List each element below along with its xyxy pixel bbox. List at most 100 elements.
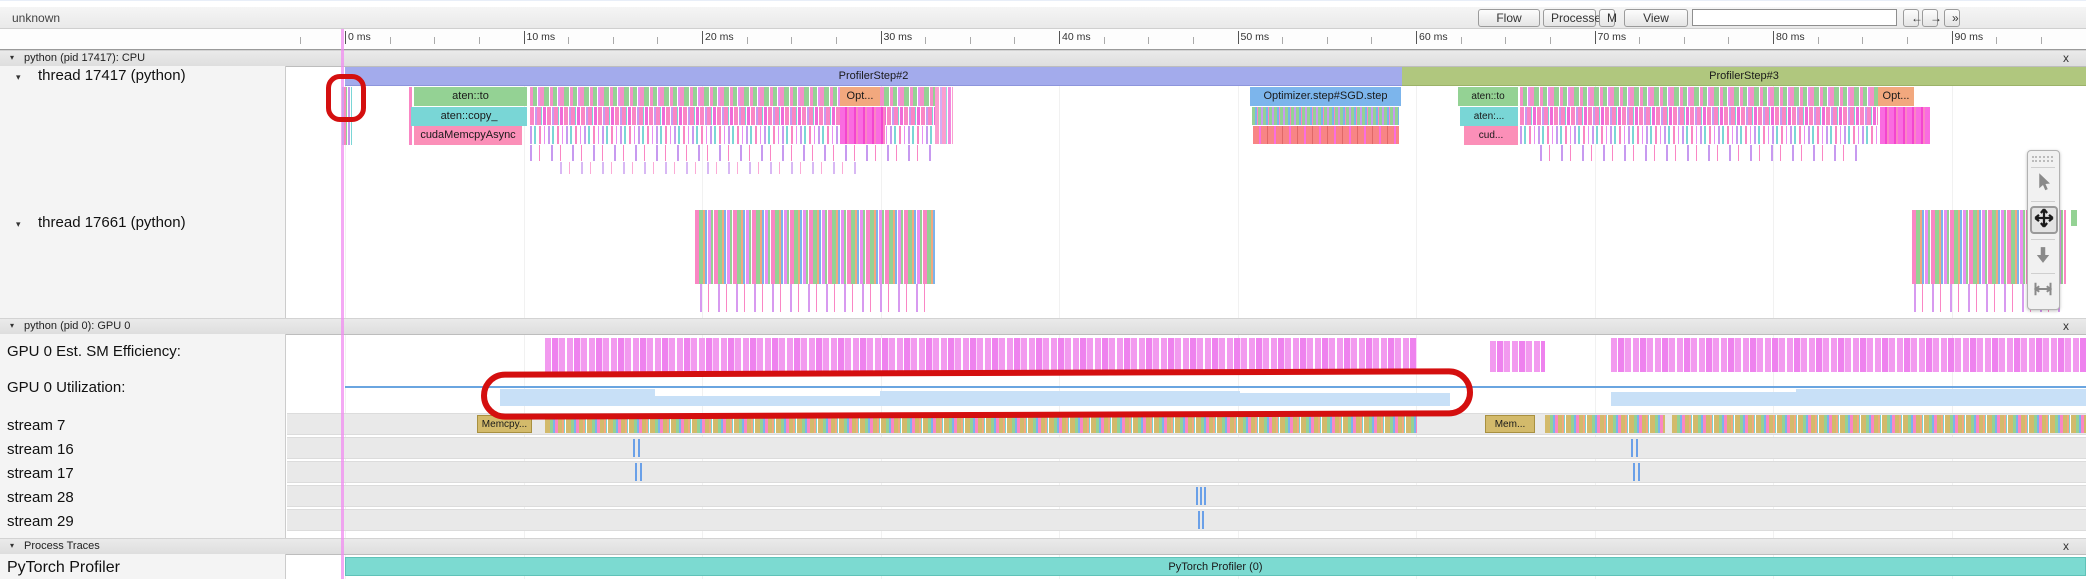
counter-sm-efficiency[interactable] xyxy=(1611,338,2086,372)
close-icon[interactable]: x xyxy=(2060,319,2072,333)
tool-panel[interactable] xyxy=(2027,150,2060,310)
track-label-sm-efficiency[interactable]: GPU 0 Est. SM Efficiency: xyxy=(7,343,181,360)
nav-left-button[interactable]: ← xyxy=(1903,9,1919,27)
event-tick[interactable] xyxy=(1631,439,1633,457)
event-tick[interactable] xyxy=(635,463,637,481)
zoom-tool-button[interactable] xyxy=(2031,245,2055,269)
ruler-tick-minor xyxy=(613,37,614,44)
counter-utilization-fill[interactable] xyxy=(1611,392,1796,406)
ruler-tick-label: 70 ms xyxy=(1598,31,1627,43)
collapse-arrow-icon[interactable]: ▾ xyxy=(10,541,14,550)
close-icon[interactable]: x xyxy=(2060,539,2072,553)
ruler-tick-major xyxy=(702,31,703,44)
track-label-stream-7[interactable]: stream 7 xyxy=(7,417,65,434)
event-cluster[interactable] xyxy=(1520,107,1878,125)
ruler-tick-minor xyxy=(1684,37,1685,44)
drag-handle-icon xyxy=(2032,160,2053,164)
track-label-stream-28[interactable]: stream 28 xyxy=(7,489,74,506)
track-label-stream-16[interactable]: stream 16 xyxy=(7,441,74,458)
view-options-button[interactable]: View Options xyxy=(1624,9,1688,27)
track-label-stream-17[interactable]: stream 17 xyxy=(7,465,74,482)
event-tick[interactable] xyxy=(1202,511,1204,529)
event-cuda-memcpy[interactable]: cudaMemcpyAsync xyxy=(414,126,522,145)
ruler-tick-minor xyxy=(1907,37,1908,44)
event-cluster[interactable] xyxy=(1540,145,1860,161)
event-tick[interactable] xyxy=(1636,439,1638,457)
event-cluster[interactable] xyxy=(1880,107,1930,144)
section-header-gpu[interactable]: ▾ python (pid 0): GPU 0 x xyxy=(0,318,2086,335)
processes-button[interactable]: Processes xyxy=(1543,9,1596,27)
event-optimizer-step[interactable]: Optimizer.step#SGD.step xyxy=(1250,87,1401,106)
stream-row-band xyxy=(287,485,2086,507)
counter-sm-efficiency[interactable] xyxy=(1490,341,1545,372)
event-cluster[interactable] xyxy=(700,284,932,312)
event-cluster[interactable] xyxy=(935,87,953,144)
event-cluster[interactable] xyxy=(1252,107,1399,125)
track-label-thread-17661[interactable]: thread 17661 (python) xyxy=(38,214,186,231)
event-aten-copy[interactable]: aten::copy_ xyxy=(411,107,527,126)
event-cluster[interactable] xyxy=(560,162,860,174)
ruler-tick-major xyxy=(345,31,346,44)
m-button[interactable]: M xyxy=(1599,9,1615,27)
event-aten[interactable]: aten:... xyxy=(1460,107,1518,126)
ruler-tick-label: 90 ms xyxy=(1955,31,1984,43)
ruler-tick-label: 40 ms xyxy=(1062,31,1091,43)
event-cud[interactable]: cud... xyxy=(1464,126,1518,145)
event-opt[interactable]: Opt... xyxy=(1878,87,1914,106)
track-label-thread-17417[interactable]: thread 17417 (python) xyxy=(38,67,186,84)
event-tick[interactable] xyxy=(638,439,640,457)
event-cluster-stream7[interactable] xyxy=(1545,415,1665,433)
counter-sm-efficiency[interactable] xyxy=(545,338,1417,372)
track-label-panel-gpu xyxy=(0,334,286,538)
event-tick[interactable] xyxy=(1204,487,1206,505)
pan-tool-button[interactable] xyxy=(2030,206,2058,234)
event-aten-to[interactable]: aten::to xyxy=(1458,87,1518,106)
select-tool-button[interactable] xyxy=(2031,171,2055,195)
event-cluster[interactable] xyxy=(695,210,936,284)
event-cluster-stream7[interactable] xyxy=(1672,415,2086,433)
event-cluster[interactable] xyxy=(1520,126,1878,144)
track-label-stream-29[interactable]: stream 29 xyxy=(7,513,74,530)
nav-right-button[interactable]: → xyxy=(1922,9,1938,27)
close-icon[interactable]: x xyxy=(2060,51,2072,65)
event-memcpy[interactable]: Mem... xyxy=(1485,415,1535,433)
event-opt[interactable]: Opt... xyxy=(840,87,880,106)
track-label-utilization[interactable]: GPU 0 Utilization: xyxy=(7,379,125,396)
timeline-ruler: 0 ms10 ms20 ms30 ms40 ms50 ms60 ms70 ms8… xyxy=(0,29,2086,50)
ruler-tick-major xyxy=(1416,31,1417,44)
event-cluster[interactable] xyxy=(1253,126,1399,144)
ruler-tick-label: 30 ms xyxy=(884,31,913,43)
collapse-arrow-icon[interactable]: ▾ xyxy=(16,219,21,230)
section-header-process-traces[interactable]: ▾ Process Traces x xyxy=(0,538,2086,555)
track-label-pytorch-profiler[interactable]: PyTorch Profiler xyxy=(7,559,120,577)
collapse-arrow-icon[interactable]: ▾ xyxy=(10,53,14,62)
event-tick[interactable] xyxy=(633,439,635,457)
nav-more-button[interactable]: » xyxy=(1944,9,1960,27)
event-aten-to[interactable]: aten::to xyxy=(414,87,527,106)
event-cluster[interactable] xyxy=(530,145,935,161)
event-pytorch-profiler[interactable]: PyTorch Profiler (0) xyxy=(345,557,2086,576)
event-tick[interactable] xyxy=(640,463,642,481)
event-cluster[interactable] xyxy=(1520,87,1878,106)
flow-events-button[interactable]: Flow events xyxy=(1478,9,1540,27)
ruler-tick-major xyxy=(1059,31,1060,44)
ruler-tick-major xyxy=(524,31,525,44)
down-arrow-icon xyxy=(2034,245,2052,265)
collapse-arrow-icon[interactable]: ▾ xyxy=(16,72,21,83)
stream-row-band xyxy=(287,437,2086,459)
section-header-cpu[interactable]: ▾ python (pid 17417): CPU x xyxy=(0,50,2086,67)
event-profiler-step3[interactable]: ProfilerStep#3 xyxy=(1402,67,2086,86)
event-tick[interactable] xyxy=(1638,463,1640,481)
event-tick[interactable] xyxy=(1198,511,1200,529)
timing-tool-button[interactable] xyxy=(2031,279,2055,303)
event-tick[interactable] xyxy=(1200,487,1202,505)
event-tick[interactable] xyxy=(1196,487,1198,505)
search-input[interactable] xyxy=(1692,9,1897,26)
ruler-tick-label: 80 ms xyxy=(1776,31,1805,43)
event-profiler-step2[interactable]: ProfilerStep#2 xyxy=(345,67,1402,86)
event-cluster[interactable] xyxy=(840,107,885,144)
event-cluster[interactable] xyxy=(2071,210,2077,226)
event-tick[interactable] xyxy=(1633,463,1635,481)
collapse-arrow-icon[interactable]: ▾ xyxy=(10,321,14,330)
counter-utilization-fill[interactable] xyxy=(1796,389,2086,406)
